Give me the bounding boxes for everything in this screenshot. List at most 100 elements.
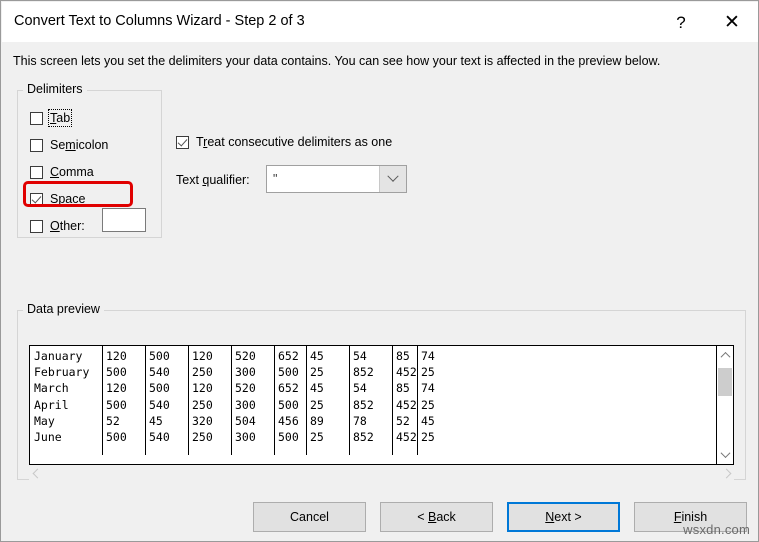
text-qualifier-label: Text qualifier: bbox=[176, 173, 250, 187]
data-preview-cell: 45 bbox=[421, 413, 435, 428]
data-preview-cell: 652 bbox=[278, 381, 299, 396]
checkbox-tab[interactable]: Tab bbox=[30, 109, 73, 127]
data-preview-cell: 54 bbox=[353, 349, 367, 363]
scroll-left-icon[interactable] bbox=[29, 466, 45, 481]
checkbox-treat-consecutive-label: Treat consecutive delimiters as one bbox=[196, 135, 393, 149]
checkbox-comma[interactable]: Comma bbox=[30, 163, 94, 181]
checkbox-other-label: Other: bbox=[50, 219, 85, 233]
close-button[interactable]: ✕ bbox=[709, 3, 755, 41]
data-preview-cell: 120 bbox=[192, 349, 213, 363]
question-mark-icon: ? bbox=[676, 12, 686, 32]
text-qualifier-combobox[interactable]: " bbox=[266, 165, 407, 193]
close-icon: ✕ bbox=[724, 11, 740, 33]
data-preview-cell: May bbox=[34, 413, 55, 428]
data-preview-cell: 540 bbox=[149, 365, 170, 380]
column-separator[interactable] bbox=[306, 346, 307, 455]
data-preview-cell: 540 bbox=[149, 429, 170, 444]
data-preview-cell: 74 bbox=[421, 349, 435, 363]
data-preview-cell: 74 bbox=[421, 381, 435, 396]
data-preview-cell: 500 bbox=[278, 429, 299, 444]
column-separator[interactable] bbox=[274, 346, 275, 455]
checkbox-semicolon-label: Semicolon bbox=[50, 138, 109, 152]
column-separator[interactable] bbox=[417, 346, 418, 455]
data-preview-cell: 52 bbox=[396, 413, 410, 428]
scroll-down-icon[interactable] bbox=[717, 446, 733, 463]
data-preview-cell: 520 bbox=[235, 381, 256, 396]
vertical-scroll-thumb[interactable] bbox=[718, 368, 732, 396]
data-preview-cell: 500 bbox=[149, 349, 170, 363]
column-separator[interactable] bbox=[231, 346, 232, 455]
checkbox-other-box[interactable] bbox=[30, 219, 43, 233]
data-preview-cell: 852 bbox=[353, 429, 374, 444]
help-button[interactable]: ? bbox=[658, 3, 704, 41]
data-preview-cell: 500 bbox=[149, 381, 170, 396]
scroll-right-icon[interactable] bbox=[718, 466, 734, 481]
text-qualifier-value: " bbox=[273, 172, 278, 186]
checkbox-tab-box[interactable] bbox=[30, 111, 43, 125]
next-button[interactable]: Next > bbox=[507, 502, 620, 532]
data-preview-cell: June bbox=[34, 429, 62, 444]
checkbox-space-label: Space bbox=[50, 192, 86, 206]
data-preview-cell: 300 bbox=[235, 429, 256, 444]
data-preview-grid[interactable]: January 120 500 120 520 652 45 54 85 74 February 50… bbox=[30, 346, 716, 464]
column-separator[interactable] bbox=[349, 346, 350, 455]
data-preview-cell: 25 bbox=[310, 429, 324, 444]
data-preview-cell: 120 bbox=[106, 381, 127, 396]
checkbox-comma-label: Comma bbox=[50, 165, 94, 179]
preview-vertical-scrollbar[interactable] bbox=[716, 346, 733, 464]
data-preview-row: January 120 500 120 520 652 45 54 85 74 bbox=[30, 348, 716, 364]
data-preview-cell: 540 bbox=[149, 397, 170, 412]
data-preview-cell: 120 bbox=[106, 349, 127, 363]
data-preview-cell: 52 bbox=[106, 413, 120, 428]
data-preview-cell: 25 bbox=[421, 365, 435, 380]
checkbox-space-box[interactable] bbox=[30, 192, 43, 206]
data-preview-cell: 852 bbox=[353, 365, 374, 380]
checkbox-space[interactable]: Space bbox=[30, 190, 85, 208]
data-preview-cell: 45 bbox=[149, 413, 163, 428]
back-button[interactable]: < Back bbox=[380, 502, 493, 532]
data-preview-cell: 500 bbox=[278, 365, 299, 380]
data-preview-cell: 452 bbox=[396, 429, 417, 444]
instruction-text: This screen lets you set the delimiters … bbox=[13, 54, 661, 68]
data-preview-cell: February bbox=[34, 365, 90, 380]
cancel-button-label: Cancel bbox=[290, 510, 329, 524]
column-separator[interactable] bbox=[392, 346, 393, 455]
cancel-button[interactable]: Cancel bbox=[253, 502, 366, 532]
scroll-up-icon[interactable] bbox=[717, 347, 733, 364]
data-preview-cell: 500 bbox=[106, 365, 127, 380]
data-preview-row: May 52 45 320 504 456 89 78 52 45 bbox=[30, 413, 716, 429]
data-preview-cell: 852 bbox=[353, 397, 374, 412]
data-preview-cell: 452 bbox=[396, 365, 417, 380]
checkbox-treat-consecutive-delimiters[interactable]: Treat consecutive delimiters as one bbox=[176, 133, 392, 151]
watermark: wsxdn.com bbox=[683, 522, 750, 537]
chevron-down-icon[interactable] bbox=[379, 166, 406, 192]
data-preview-cell: 250 bbox=[192, 429, 213, 444]
column-separator[interactable] bbox=[188, 346, 189, 455]
data-preview-cell: 652 bbox=[278, 349, 299, 363]
data-preview-cell: March bbox=[34, 381, 69, 396]
preview-horizontal-scrollbar[interactable] bbox=[29, 466, 734, 481]
column-separator[interactable] bbox=[145, 346, 146, 455]
data-preview-pane: January 120 500 120 520 652 45 54 85 74 February 50… bbox=[29, 345, 734, 465]
data-preview-cell: 452 bbox=[396, 397, 417, 412]
checkbox-other[interactable]: Other: bbox=[30, 217, 85, 235]
data-preview-legend: Data preview bbox=[23, 302, 104, 316]
data-preview-cell: 54 bbox=[353, 381, 367, 396]
title-bar: Convert Text to Columns Wizard - Step 2 … bbox=[2, 2, 758, 42]
checkbox-treat-consecutive-box[interactable] bbox=[176, 135, 189, 149]
column-separator[interactable] bbox=[102, 346, 103, 455]
checkbox-tab-label: Tab bbox=[47, 109, 73, 127]
data-preview-cell: 456 bbox=[278, 413, 299, 428]
checkbox-semicolon[interactable]: Semicolon bbox=[30, 136, 108, 154]
data-preview-cell: 78 bbox=[353, 413, 367, 428]
data-preview-row: April 500 540 250 300 500 25 852 452 25 bbox=[30, 397, 716, 413]
other-delimiter-input[interactable] bbox=[102, 208, 146, 232]
data-preview-cell: 250 bbox=[192, 365, 213, 380]
window-title: Convert Text to Columns Wizard - Step 2 … bbox=[14, 13, 305, 29]
data-preview-row: February 500 540 250 300 500 25 852 452 25 bbox=[30, 364, 716, 380]
checkbox-semicolon-box[interactable] bbox=[30, 138, 43, 152]
data-preview-rows: January 120 500 120 520 652 45 54 85 74 February 50… bbox=[30, 348, 716, 445]
data-preview-cell: April bbox=[34, 397, 69, 412]
back-button-label: < Back bbox=[417, 510, 456, 524]
checkbox-comma-box[interactable] bbox=[30, 165, 43, 179]
